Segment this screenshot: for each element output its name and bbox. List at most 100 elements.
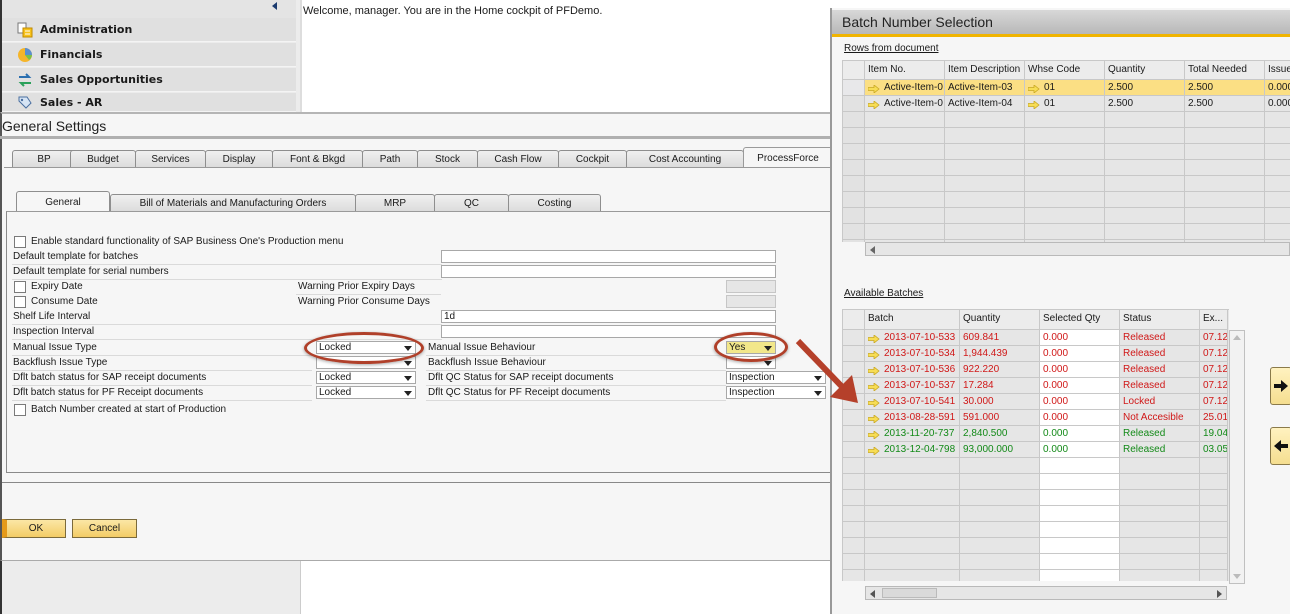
table-cell[interactable]: [865, 192, 945, 208]
selected-qty-input[interactable]: 0.000: [1040, 426, 1120, 442]
table-cell[interactable]: Not Accesible: [1120, 410, 1200, 426]
table-cell[interactable]: [1265, 128, 1290, 144]
dflt-batch-sap-select[interactable]: Locked: [316, 371, 416, 384]
table-cell[interactable]: [1105, 160, 1185, 176]
table-cell[interactable]: [1120, 474, 1200, 490]
tab-budget[interactable]: Budget: [70, 150, 136, 167]
table-cell[interactable]: [945, 128, 1025, 144]
subtab-costing[interactable]: Costing: [508, 194, 601, 211]
table-cell[interactable]: [960, 490, 1040, 506]
row-selector[interactable]: [843, 144, 865, 160]
table-cell[interactable]: [865, 474, 960, 490]
scroll-right-icon[interactable]: [1217, 590, 1222, 598]
table-cell[interactable]: [1185, 208, 1265, 224]
table-cell[interactable]: 922.220: [960, 362, 1040, 378]
table-cell[interactable]: [1120, 490, 1200, 506]
selected-qty-input[interactable]: [1040, 554, 1120, 570]
table-cell[interactable]: [865, 490, 960, 506]
selected-qty-input[interactable]: 0.000: [1040, 394, 1120, 410]
table-cell[interactable]: 2,840.500: [960, 426, 1040, 442]
table-cell[interactable]: [960, 570, 1040, 581]
ok-button[interactable]: OK: [2, 519, 66, 538]
table-cell[interactable]: [1105, 192, 1185, 208]
table-cell[interactable]: [945, 224, 1025, 240]
table-cell[interactable]: [865, 458, 960, 474]
table-cell[interactable]: 1,944.439: [960, 346, 1040, 362]
table-cell[interactable]: 2.500: [1105, 80, 1185, 96]
table-cell[interactable]: Active-Item-0: [865, 80, 945, 96]
link-arrow-icon[interactable]: [867, 99, 880, 111]
row-selector[interactable]: [843, 458, 865, 474]
tab-cockpit[interactable]: Cockpit: [558, 150, 627, 167]
table-cell[interactable]: [1200, 554, 1228, 570]
table-cell[interactable]: [865, 128, 945, 144]
table-cell[interactable]: [865, 522, 960, 538]
link-arrow-icon[interactable]: [867, 429, 880, 441]
module-sales-ar[interactable]: Sales - AR: [2, 93, 296, 112]
table-cell[interactable]: 07.12.: [1200, 330, 1228, 346]
table-cell[interactable]: [1105, 128, 1185, 144]
module-financials[interactable]: Financials: [2, 43, 296, 67]
rows-from-document-link[interactable]: Rows from document: [844, 43, 938, 54]
table-cell[interactable]: 07.12.: [1200, 346, 1228, 362]
expiry-date-checkbox[interactable]: [14, 281, 26, 293]
table-cell[interactable]: 19.04.: [1200, 426, 1228, 442]
selected-qty-input[interactable]: [1040, 458, 1120, 474]
subtab-qc[interactable]: QC: [434, 194, 509, 211]
column-header[interactable]: Item Description: [945, 61, 1025, 80]
table-cell[interactable]: [865, 538, 960, 554]
table-cell[interactable]: [945, 208, 1025, 224]
table-cell[interactable]: 0.000: [1265, 96, 1290, 112]
tab-path[interactable]: Path: [362, 150, 418, 167]
table-cell[interactable]: [1025, 160, 1105, 176]
table-cell[interactable]: [1105, 208, 1185, 224]
collapse-sidebar-icon[interactable]: [272, 2, 277, 10]
table-cell[interactable]: Released: [1120, 362, 1200, 378]
table-cell[interactable]: [945, 160, 1025, 176]
selected-qty-input[interactable]: 0.000: [1040, 346, 1120, 362]
default-template-serials-input[interactable]: [441, 265, 776, 278]
table-cell[interactable]: [1025, 144, 1105, 160]
remove-batch-button[interactable]: [1270, 427, 1290, 465]
row-selector[interactable]: [843, 570, 865, 581]
scroll-down-icon[interactable]: [1233, 574, 1241, 579]
table-cell[interactable]: [1185, 144, 1265, 160]
row-selector[interactable]: [843, 80, 865, 96]
table-cell[interactable]: Active-Item-0: [865, 96, 945, 112]
table-cell[interactable]: [865, 554, 960, 570]
table-cell[interactable]: [1200, 490, 1228, 506]
table-cell[interactable]: 25.01.: [1200, 410, 1228, 426]
tab-cost-accounting[interactable]: Cost Accounting: [626, 150, 744, 167]
table-cell[interactable]: Active-Item-03: [945, 80, 1025, 96]
row-selector[interactable]: [843, 474, 865, 490]
table-cell[interactable]: Released: [1120, 346, 1200, 362]
table-cell[interactable]: 2013-11-20-737: [865, 426, 960, 442]
table-cell[interactable]: 2013-07-10-536: [865, 362, 960, 378]
table-cell[interactable]: [1185, 160, 1265, 176]
table-cell[interactable]: [1185, 224, 1265, 240]
table-cell[interactable]: 30.000: [960, 394, 1040, 410]
column-header[interactable]: [843, 61, 865, 80]
table-cell[interactable]: [1120, 522, 1200, 538]
link-arrow-icon[interactable]: [1027, 83, 1040, 95]
table-cell[interactable]: Released: [1120, 426, 1200, 442]
column-header[interactable]: Whse Code: [1025, 61, 1105, 80]
table-cell[interactable]: [1025, 176, 1105, 192]
tab-services[interactable]: Services: [135, 150, 206, 167]
table-cell[interactable]: [1265, 176, 1290, 192]
row-selector[interactable]: [843, 160, 865, 176]
scroll-left-icon[interactable]: [870, 590, 875, 598]
selected-qty-input[interactable]: [1040, 490, 1120, 506]
table-cell[interactable]: 2013-08-28-591: [865, 410, 960, 426]
row-selector[interactable]: [843, 426, 865, 442]
batch-at-start-checkbox[interactable]: [14, 404, 26, 416]
table-cell[interactable]: Released: [1120, 442, 1200, 458]
column-header[interactable]: [843, 310, 865, 330]
selected-qty-input[interactable]: 0.000: [1040, 410, 1120, 426]
link-arrow-icon[interactable]: [867, 83, 880, 95]
table-cell[interactable]: 93,000.000: [960, 442, 1040, 458]
table-cell[interactable]: [945, 176, 1025, 192]
table-cell[interactable]: [1185, 192, 1265, 208]
table-cell[interactable]: [865, 112, 945, 128]
row-selector[interactable]: [843, 490, 865, 506]
